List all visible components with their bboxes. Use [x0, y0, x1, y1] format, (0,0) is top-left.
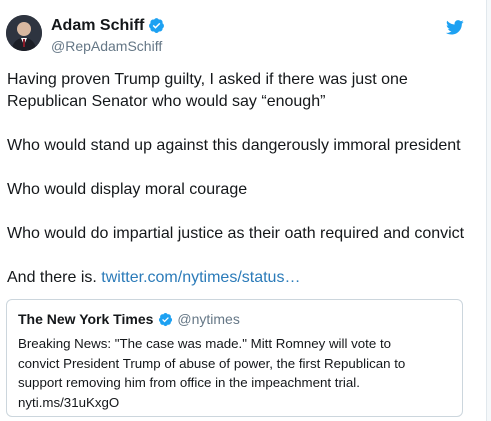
tweet-text-line: And there is. [7, 269, 97, 286]
tweet-card: Adam Schiff @RepAdamSchiff Having proven… [0, 0, 491, 421]
tweet-header: Adam Schiff @RepAdamSchiff [6, 14, 476, 58]
quoted-text-line: convict President Trump of abuse of powe… [18, 355, 406, 371]
tweet-text-line: Who would do impartial justice as their … [7, 225, 465, 242]
quoted-tweet-text: Breaking News: "The case was made." Mitt… [18, 334, 452, 412]
tweet-text-line: Who would stand up against this dangerou… [7, 137, 461, 154]
quoted-text-line: Breaking News: "The case was made." Mitt… [18, 336, 392, 351]
tweet-link[interactable]: twitter.com/nytimes/status… [101, 269, 300, 286]
tweet-text-line: Republican Senator who would say “enough… [7, 93, 326, 110]
quoted-text-line: support removing him from office in the … [18, 375, 360, 390]
tweet-text-last-line: And there is. twitter.com/nytimes/status… [7, 267, 300, 289]
quoted-tweet[interactable]: The New York Times @nytimes Breaking New… [6, 299, 463, 417]
author-avatar[interactable] [6, 15, 42, 51]
scrollbar[interactable] [486, 0, 491, 421]
tweet-text-line: Who would display moral courage [7, 181, 248, 198]
quoted-display-name[interactable]: The New York Times [18, 311, 153, 327]
tweet-text-line: Having proven Trump guilty, I asked if t… [7, 71, 408, 88]
quoted-short-link[interactable]: nyti.ms/31uKxgO [18, 393, 452, 413]
author-display-name[interactable]: Adam Schiff [51, 16, 144, 35]
verified-badge-icon [148, 17, 165, 34]
author-handle[interactable]: @RepAdamSchiff [51, 38, 165, 54]
twitter-bird-icon[interactable] [446, 20, 464, 40]
verified-badge-icon [158, 312, 173, 327]
quoted-handle[interactable]: @nytimes [177, 311, 239, 327]
